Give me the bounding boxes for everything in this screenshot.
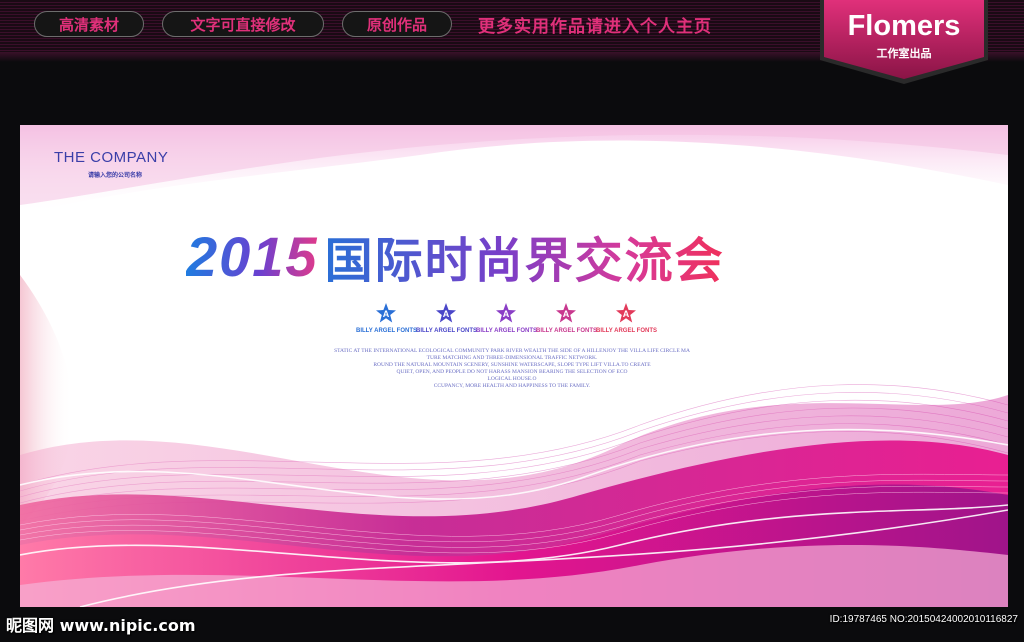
star-logo: A BILLY ARGEL FONTS bbox=[596, 303, 658, 334]
star-label: BILLY ARGEL FONTS bbox=[536, 328, 598, 334]
poster: THE COMPANY 请输入您的公司名称 2015 国际时尚界交流会 A BI… bbox=[20, 125, 1008, 607]
pill-label: 高清素材 bbox=[58, 16, 119, 34]
star-label: BILLY ARGEL FONTS bbox=[416, 328, 478, 334]
promo-link[interactable]: 更多实用作品请进入个人主页 bbox=[478, 12, 712, 37]
brand-name: Flomers bbox=[847, 10, 961, 42]
svg-text:A: A bbox=[383, 309, 390, 319]
star-icon: A bbox=[436, 303, 456, 323]
event-name: 国际时尚界交流会 bbox=[325, 221, 725, 291]
star-logo: A BILLY ARGEL FONTS bbox=[536, 303, 598, 334]
brand-subtitle: 工作室出品 bbox=[876, 47, 932, 60]
star-logo-row: A BILLY ARGEL FONTS A BILLY ARGEL FONTS … bbox=[356, 303, 658, 343]
pill-editable-text[interactable]: 文字可直接修改 bbox=[162, 11, 324, 37]
star-logo: A BILLY ARGEL FONTS bbox=[356, 303, 418, 334]
poster-body-text: STATIC AT THE INTERNATIONAL ECOLOGICAL C… bbox=[232, 348, 792, 390]
svg-text:A: A bbox=[563, 309, 570, 319]
body-line: ROUND THE NATURAL MOUNTAIN SCENERY, SUNS… bbox=[373, 362, 651, 368]
body-line: TURE MATCHING AND THREE-DIMENSIONAL TRAF… bbox=[426, 355, 598, 361]
star-label: BILLY ARGEL FONTS bbox=[596, 328, 658, 334]
pill-original-work[interactable]: 原创作品 bbox=[342, 11, 452, 37]
id-watermark: ID:19787465 NO:20150424002010116827 bbox=[829, 614, 1018, 625]
pill-label: 文字可直接修改 bbox=[190, 16, 296, 34]
company-name: THE COMPANY bbox=[54, 149, 169, 166]
brand-tab: Flomers 工作室出品 bbox=[820, 0, 988, 84]
star-icon: A bbox=[496, 303, 516, 323]
site-watermark: 昵图网 www.nipic.com bbox=[6, 616, 196, 635]
page: 高清素材 文字可直接修改 原创作品 更多实用作品请进入个人主页 Flomers … bbox=[0, 0, 1024, 642]
body-line: STATIC AT THE INTERNATIONAL ECOLOGICAL C… bbox=[334, 348, 690, 354]
body-line: QUIET, OPEN, AND PEOPLE DO NOT HARASS MA… bbox=[396, 369, 628, 375]
star-icon: A bbox=[556, 303, 576, 323]
star-label: BILLY ARGEL FONTS bbox=[476, 328, 538, 334]
star-logo: A BILLY ARGEL FONTS bbox=[416, 303, 478, 334]
event-title: 2015 国际时尚界交流会 bbox=[186, 221, 725, 291]
svg-text:A: A bbox=[503, 309, 510, 319]
star-icon: A bbox=[376, 303, 396, 323]
body-line: LOGICAL HOUSE.O bbox=[487, 376, 537, 382]
svg-text:A: A bbox=[443, 309, 450, 319]
star-icon: A bbox=[616, 303, 636, 323]
body-line: CCUPANCY, MORE HEALTH AND HAPPINESS TO T… bbox=[433, 383, 591, 389]
pill-label: 原创作品 bbox=[366, 16, 427, 34]
company-subtitle: 请输入您的公司名称 bbox=[88, 172, 143, 179]
svg-text:A: A bbox=[623, 309, 630, 319]
event-year: 2015 bbox=[186, 224, 319, 288]
star-logo: A BILLY ARGEL FONTS bbox=[476, 303, 538, 334]
pill-hd-material[interactable]: 高清素材 bbox=[34, 11, 144, 37]
star-label: BILLY ARGEL FONTS bbox=[356, 328, 418, 334]
